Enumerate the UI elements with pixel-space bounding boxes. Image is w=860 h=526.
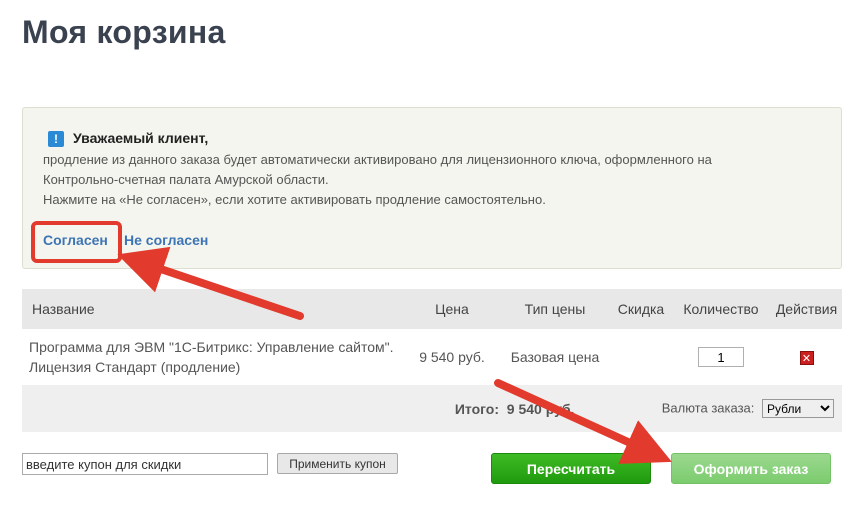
header-price: Цена [405, 289, 499, 329]
coupon-input[interactable] [22, 453, 268, 475]
header-discount: Скидка [611, 289, 671, 329]
renewal-notice: ! Уважаемый клиент, продление из данного… [22, 107, 842, 269]
currency-cell: Валюта заказа: Рубли [611, 385, 842, 432]
currency-select[interactable]: Рубли [762, 399, 834, 418]
recalculate-button[interactable]: Пересчитать [491, 453, 651, 484]
checkout-button[interactable]: Оформить заказ [671, 453, 831, 484]
header-actions: Действия [771, 289, 842, 329]
item-name: Программа для ЭВМ "1С-Битрикс: Управлени… [22, 329, 405, 385]
header-quantity: Количество [671, 289, 771, 329]
agree-link[interactable]: Согласен [43, 232, 108, 248]
cart-table: Название Цена Тип цены Скидка Количество… [22, 289, 842, 432]
item-name-line-1: Программа для ЭВМ "1С-Битрикс: Управлени… [29, 339, 394, 355]
notice-heading: Уважаемый клиент, [73, 130, 209, 146]
item-price-type: Базовая цена [510, 349, 600, 365]
item-discount [611, 329, 671, 385]
item-quantity-cell [671, 329, 771, 385]
disagree-link[interactable]: Не согласен [124, 232, 208, 248]
page-title: Моя корзина [22, 14, 226, 50]
notice-text-line-3: Нажмите на «Не согласен», если хотите ак… [43, 192, 546, 207]
total-label: Итого: [22, 385, 499, 432]
header-price-type: Тип цены [499, 289, 611, 329]
item-name-line-2: Лицензия Стандарт (продление) [29, 359, 241, 375]
notice-text-line-1: продление из данного заказа будет автома… [43, 152, 712, 167]
apply-coupon-button[interactable]: Применить купон [277, 453, 398, 474]
header-name: Название [22, 289, 405, 329]
delete-icon[interactable]: ✕ [799, 351, 814, 365]
item-actions-cell: ✕ [771, 329, 842, 385]
quantity-input[interactable] [698, 347, 744, 367]
table-header-row: Название Цена Тип цены Скидка Количество… [22, 289, 842, 329]
item-price: 9 540 руб. [419, 349, 485, 365]
total-row: Итого: 9 540 руб. Валюта заказа: Рубли [22, 385, 842, 432]
table-row: Программа для ЭВМ "1С-Битрикс: Управлени… [22, 329, 842, 385]
currency-label: Валюта заказа: [661, 400, 755, 416]
info-exclamation-icon: ! [48, 131, 64, 147]
total-value: 9 540 руб. [499, 385, 611, 432]
notice-text-line-2: Контрольно-счетная палата Амурской облас… [43, 172, 329, 187]
